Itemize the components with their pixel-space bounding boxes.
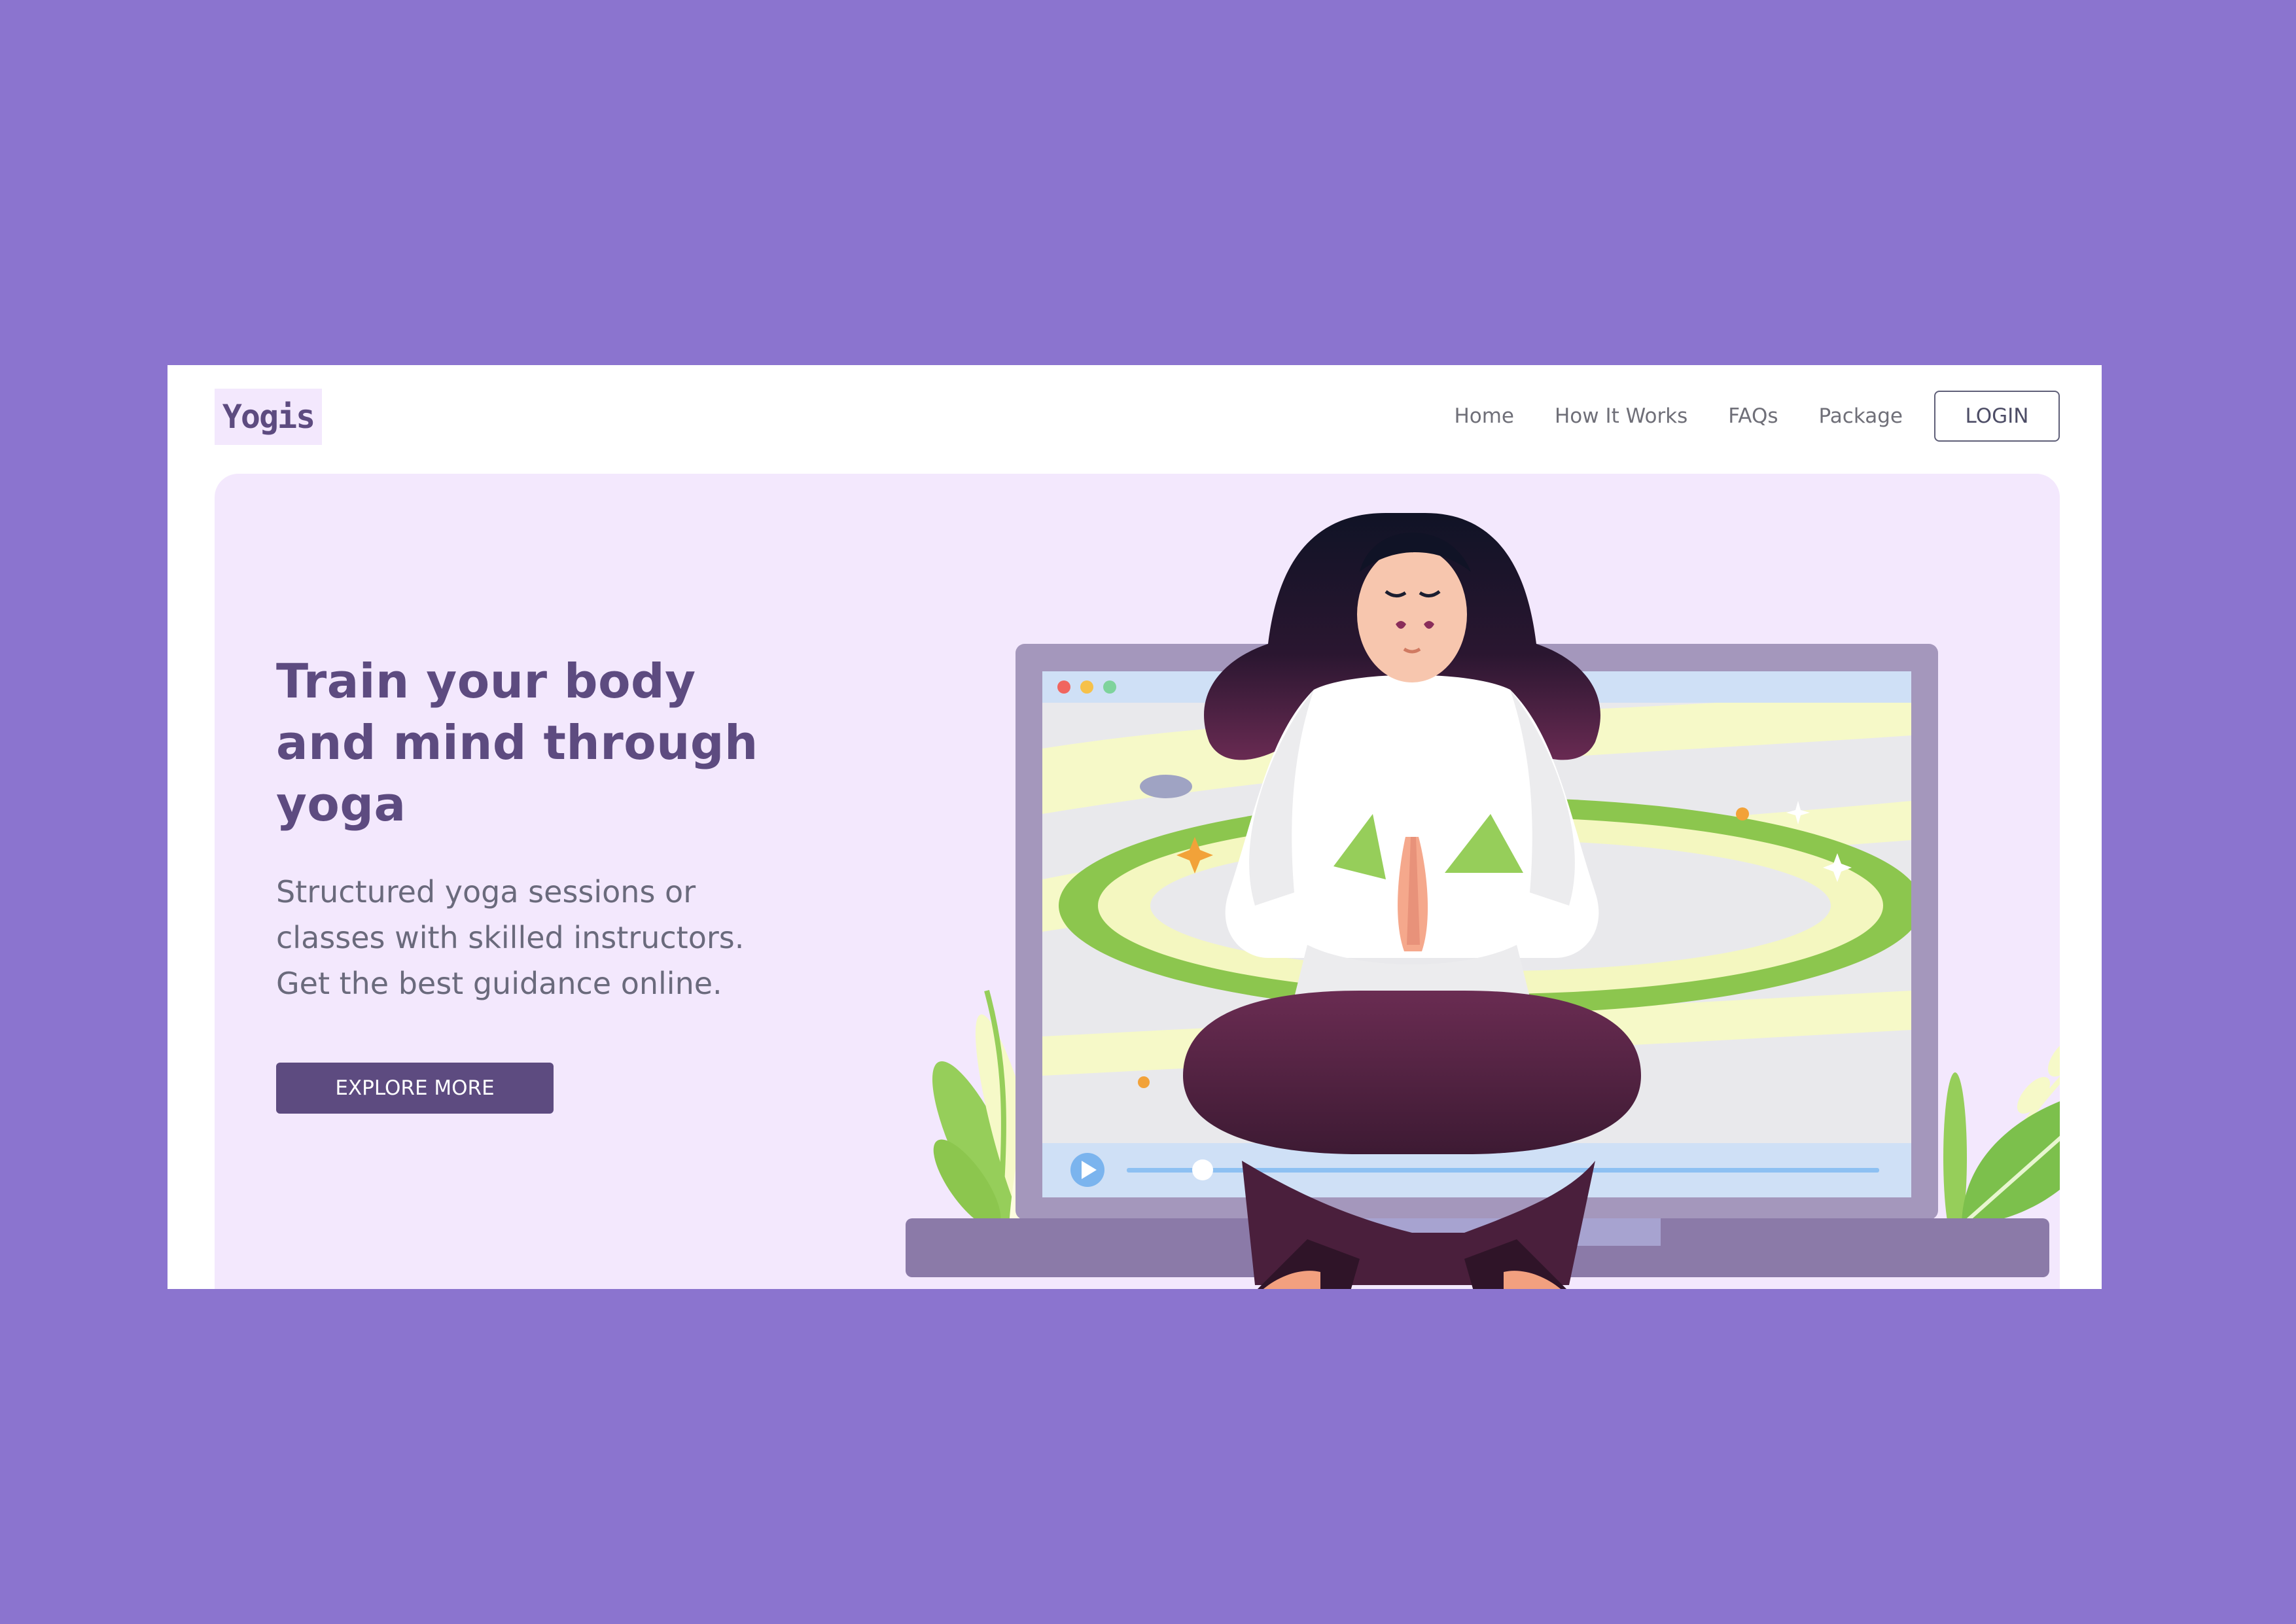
nav-faqs[interactable]: FAQs xyxy=(1728,404,1778,428)
nav-package[interactable]: Package xyxy=(1819,404,1903,428)
explore-more-button[interactable]: EXPLORE MORE xyxy=(276,1063,554,1114)
main-nav: Home How It Works FAQs Package LOGIN xyxy=(1454,390,2060,442)
login-button[interactable]: LOGIN xyxy=(1934,391,2060,442)
nav-how-it-works[interactable]: How It Works xyxy=(1555,404,1687,428)
nav-home[interactable]: Home xyxy=(1454,404,1514,428)
hero-subtext: Structured yoga sessions or classes with… xyxy=(276,874,745,1001)
hero-section: Train your body and mind through yoga St… xyxy=(215,474,2060,1289)
leaf-right-icon xyxy=(1943,1035,2060,1243)
yoga-illustration xyxy=(906,513,2060,1289)
hero-headline: Train your body and mind through yoga xyxy=(276,654,758,832)
landing-page: Yogis Home How It Works FAQs Package LOG… xyxy=(168,365,2102,1289)
logo[interactable]: Yogis xyxy=(215,389,322,445)
site-header: Yogis Home How It Works FAQs Package LOG… xyxy=(168,365,2102,474)
